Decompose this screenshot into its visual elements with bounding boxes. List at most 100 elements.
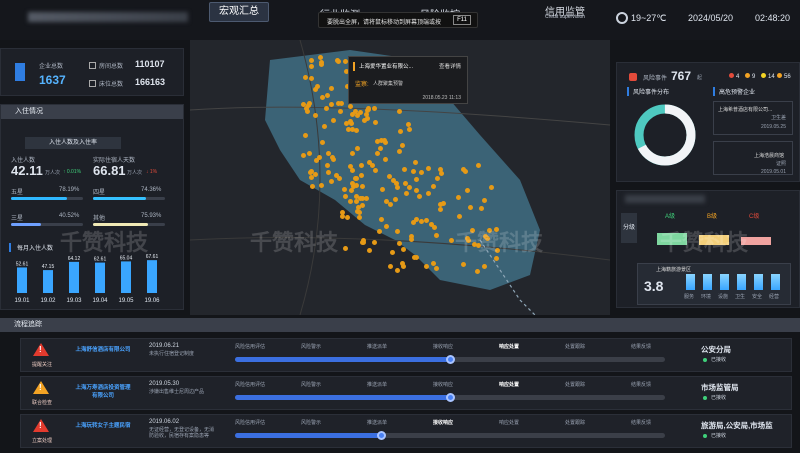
warning-mark: ! (39, 345, 42, 354)
score-dim-label: 卫生 (735, 294, 746, 300)
grade-c: C级 (749, 214, 760, 220)
enterprise-marker[interactable] (408, 237, 414, 243)
rooms-unit: 万人次 (127, 170, 143, 176)
enterprise-marker[interactable] (329, 85, 335, 91)
enterprise-marker[interactable] (382, 156, 388, 162)
enterprise-marker[interactable] (399, 143, 405, 149)
watermark: 千赞科技 (455, 230, 544, 255)
enterprise-card-1[interactable]: 上海希普酒店有限公司... 卫生差 2019.05.25 (713, 101, 793, 135)
enterprise-marker[interactable] (348, 198, 354, 204)
company-name[interactable]: 上海舒信酒店有限公司 (75, 345, 131, 353)
enterprise-marker[interactable] (344, 214, 350, 220)
enterprise-marker[interactable] (357, 214, 363, 220)
enterprise-marker[interactable] (431, 183, 437, 189)
progress-knob[interactable] (377, 431, 387, 440)
enterprise-marker[interactable] (377, 145, 383, 151)
enterprise-marker[interactable] (405, 121, 411, 127)
enterprise-marker[interactable] (353, 175, 359, 181)
enterprise-marker[interactable] (340, 209, 345, 215)
enterprise-marker[interactable] (353, 183, 359, 189)
enterprise-marker[interactable] (323, 106, 329, 112)
enterprise-marker[interactable] (367, 247, 373, 253)
logo-title-blurred (28, 12, 188, 22)
map-area[interactable]: 上海爱华置业有限公... 查看详情 监察: 人群聚集预警 2018.05.23 … (190, 40, 610, 315)
enterprise-marker[interactable] (397, 148, 403, 154)
enterprise-marker[interactable] (309, 63, 315, 69)
enterprise-marker[interactable] (355, 112, 361, 118)
enterprise-marker[interactable] (372, 168, 378, 174)
level-label: 立案处理 (31, 438, 52, 444)
enterprise-marker[interactable] (478, 205, 484, 211)
enterprise-marker[interactable] (401, 166, 407, 172)
enterprise-marker[interactable] (449, 237, 455, 243)
enterprise-marker[interactable] (363, 196, 369, 202)
progress-knob[interactable] (446, 355, 455, 364)
enterprise-marker[interactable] (407, 184, 413, 190)
enterprise-marker[interactable] (431, 224, 437, 230)
enterprise-marker[interactable] (371, 105, 377, 111)
status-text: 已接收 (711, 433, 727, 439)
enterprise-marker[interactable] (389, 249, 395, 255)
enterprise-marker[interactable] (482, 197, 488, 203)
map-popup[interactable]: 上海爱华置业有限公... 查看详情 监察: 人群聚集预警 2018.05.23 … (348, 56, 468, 104)
warning-icon: ! (33, 381, 49, 394)
grade-percent: 40.52% (59, 213, 80, 219)
department: 公安分局 (701, 345, 731, 354)
enterprise-marker[interactable] (333, 172, 339, 178)
enterprise-marker[interactable] (336, 58, 342, 64)
enterprise-marker[interactable] (462, 169, 468, 175)
enterprise-marker[interactable] (318, 59, 324, 65)
progress-knob[interactable] (446, 393, 455, 402)
enterprise-marker[interactable] (460, 261, 466, 267)
enterprise-marker[interactable] (303, 105, 309, 111)
process-row[interactable]: ! 联合检查 上海万寿酒店投资管理有限公司 2019.05.30 涉嫌出售维士尼周边产品… (20, 376, 792, 410)
status-dot-icon (703, 358, 707, 362)
bed-label: 床位总数 (99, 82, 124, 88)
step-label: 风险信用评估 (235, 382, 266, 388)
enterprise-marker[interactable] (354, 209, 360, 215)
enterprise-marker[interactable] (425, 190, 431, 196)
enterprise-marker[interactable] (302, 75, 308, 81)
process-row[interactable]: ! 提醒关注 上海舒信酒店有限公司 2019.06.21 未执行住宿登记制度 风险信用评估… (20, 338, 792, 372)
grade-bar-track (93, 197, 165, 200)
enterprise-marker[interactable] (372, 119, 378, 125)
enterprise-marker[interactable] (378, 138, 384, 144)
enterprise-marker[interactable] (376, 229, 382, 235)
enterprise-marker[interactable] (391, 177, 397, 183)
enterprise-marker[interactable] (349, 151, 355, 157)
checkin-subtitle: 入住人数及入住率 (25, 137, 121, 149)
status-dot-icon (703, 396, 707, 400)
process-row[interactable]: ! 立案处理 上海玩转女子主题民宿 2019.06.02 无证经营，无登记设备，无消防验… (20, 414, 792, 448)
popup-detail-link[interactable]: 查看详情 (439, 62, 461, 70)
enterprise-marker[interactable] (313, 158, 319, 164)
tab-macro-summary[interactable]: 宏观汇总 (209, 2, 269, 22)
grade-side-tab[interactable]: 分级 (621, 213, 637, 243)
grade-percent: 78.19% (59, 187, 80, 193)
enterprise-marker[interactable] (318, 183, 324, 189)
step-label: 结果反馈 (631, 382, 652, 388)
bar-19.01 (17, 267, 27, 293)
company-name[interactable]: 上海玩转女子主题民宿 (75, 421, 131, 429)
enterprise-marker[interactable] (413, 255, 419, 261)
enterprise-marker[interactable] (308, 57, 314, 63)
enterprise-marker[interactable] (418, 170, 424, 176)
enterprise-marker[interactable] (431, 260, 437, 266)
step-label: 推送派单 (367, 344, 388, 350)
badge-dot-icon (761, 73, 766, 78)
enterprise-marker[interactable] (309, 183, 315, 189)
enterprise-marker[interactable] (329, 154, 335, 160)
enterprise-marker[interactable] (433, 232, 439, 238)
enterprise-marker[interactable] (364, 115, 370, 121)
sun-icon (616, 12, 628, 24)
event-desc: 未执行住宿登记制度 (149, 351, 195, 357)
risk-icon (629, 73, 637, 81)
enterprise-marker[interactable] (440, 200, 446, 206)
enterprise-marker[interactable] (325, 151, 331, 157)
enterprise-card-2[interactable]: 上海浩晨商馆 证照 2019.05.01 (713, 141, 793, 175)
step-label: 风险警示 (301, 420, 322, 426)
enterprise-marker[interactable] (403, 191, 409, 197)
company-name[interactable]: 上海万寿酒店投资管理有限公司 (75, 383, 131, 399)
enterprise-marker[interactable] (322, 123, 327, 129)
enterprise-marker[interactable] (379, 186, 385, 192)
enterprise-marker[interactable] (359, 183, 365, 189)
